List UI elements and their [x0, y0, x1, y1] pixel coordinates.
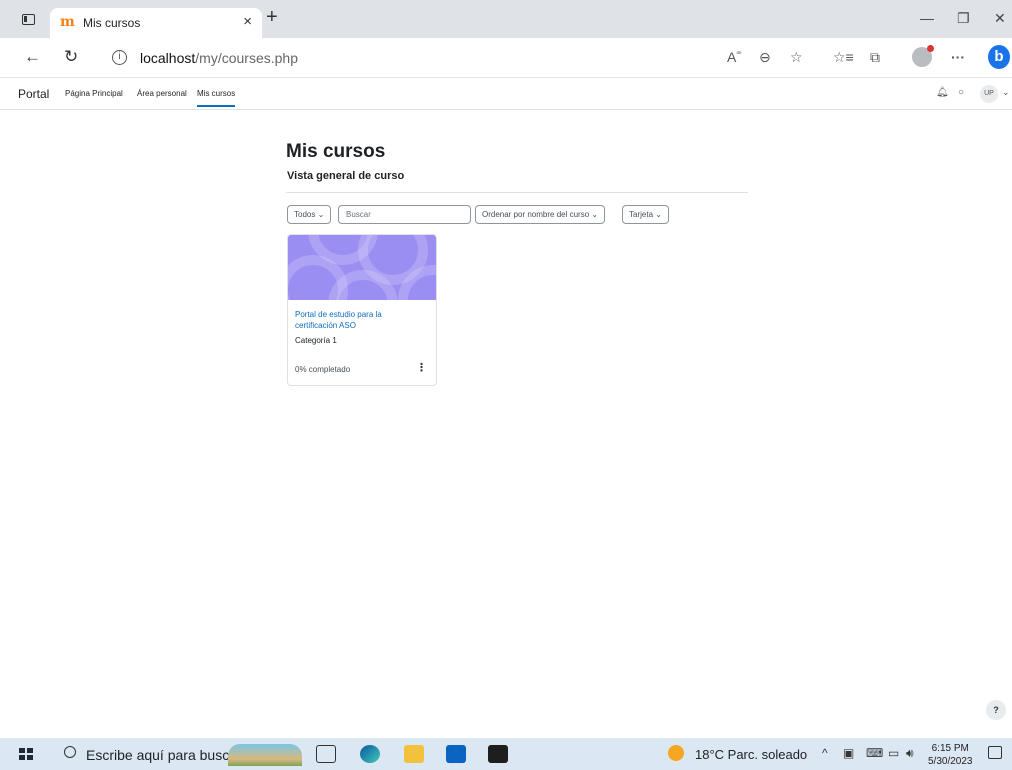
- new-tab-button[interactable]: +: [266, 6, 278, 28]
- favorite-icon[interactable]: ☆: [790, 49, 803, 66]
- close-tab-icon[interactable]: ×: [243, 13, 252, 30]
- weather-text[interactable]: 18°C Parc. soleado: [695, 747, 807, 762]
- meet-now-icon[interactable]: ▣: [843, 746, 854, 760]
- back-icon[interactable]: ←: [24, 47, 41, 67]
- browser-tab[interactable]: m Mis cursos ×: [50, 8, 262, 38]
- course-name-link[interactable]: Portal de estudio para la certificación …: [295, 309, 415, 331]
- course-progress: 0% completado: [295, 365, 351, 374]
- keyboard-icon[interactable]: ⌨: [866, 746, 883, 760]
- notification-bell-icon[interactable]: 🔔︎: [936, 87, 949, 98]
- volume-icon[interactable]: 🔊︎: [906, 746, 914, 761]
- course-actions-icon[interactable]: ⋮: [416, 361, 427, 374]
- browser-tab-bar: m Mis cursos × + — ❐ ✕: [0, 0, 1012, 38]
- grouping-dropdown[interactable]: Todos ⌄: [287, 205, 332, 224]
- show-hidden-icons-icon[interactable]: ^: [822, 746, 828, 760]
- course-card: Portal de estudio para la certificación …: [287, 234, 437, 386]
- clock-time: 6:15 PM: [931, 743, 969, 754]
- divider: [286, 192, 748, 193]
- task-view-icon[interactable]: [316, 745, 336, 763]
- restore-icon[interactable]: ❐: [957, 10, 970, 27]
- tab-actions-icon[interactable]: [22, 14, 35, 25]
- address-bar-row: ← ↻ i localhost/my/courses.php Aꟹ ⊖ ☆ ☆≡…: [0, 38, 1012, 78]
- windows-start-icon[interactable]: [19, 748, 33, 760]
- profile-icon[interactable]: [912, 45, 934, 67]
- close-icon[interactable]: ✕: [994, 10, 1006, 27]
- nav-link-dashboard[interactable]: Área personal: [137, 89, 187, 98]
- search-input[interactable]: Buscar: [338, 205, 471, 224]
- minimize-icon[interactable]: —: [920, 10, 934, 26]
- block-title: Vista general de curso: [287, 170, 405, 182]
- search-highlight-image[interactable]: [228, 744, 302, 766]
- read-aloud-icon[interactable]: Aꟹ: [727, 49, 742, 65]
- taskbar-search-input[interactable]: Escribe aquí para buscar: [86, 747, 242, 763]
- site-info-icon[interactable]: i: [112, 50, 127, 65]
- clock[interactable]: 6:15 PM 5/30/2023: [928, 742, 973, 768]
- course-image[interactable]: [288, 235, 436, 300]
- windows-taskbar: Escribe aquí para buscar 18°C Parc. sole…: [0, 738, 1012, 770]
- bing-icon[interactable]: b: [988, 45, 1010, 69]
- avatar[interactable]: UP: [980, 85, 998, 103]
- nav-link-home[interactable]: Página Principal: [65, 89, 123, 98]
- page-title: Mis cursos: [286, 141, 386, 162]
- nav-link-my-courses[interactable]: Mis cursos: [197, 89, 236, 107]
- more-icon[interactable]: ···: [951, 49, 965, 65]
- mail-icon[interactable]: [446, 745, 466, 763]
- favorites-icon[interactable]: ☆≡: [833, 49, 854, 66]
- edge-icon[interactable]: [360, 745, 380, 763]
- notifications-icon[interactable]: [988, 746, 1002, 759]
- course-category: Categoría 1: [295, 336, 337, 345]
- search-icon: [64, 746, 76, 758]
- collections-icon[interactable]: ⧉: [870, 49, 880, 66]
- site-navbar: Portal Página Principal Área personal Mi…: [0, 78, 1012, 110]
- file-explorer-icon[interactable]: [404, 745, 424, 763]
- view-dropdown[interactable]: Tarjeta ⌄: [622, 205, 669, 224]
- help-button[interactable]: ?: [986, 700, 1006, 720]
- chat-icon[interactable]: ○: [958, 87, 964, 98]
- clock-date: 5/30/2023: [928, 756, 973, 767]
- user-menu-caret-icon[interactable]: ⌄: [1002, 87, 1010, 98]
- site-brand[interactable]: Portal: [18, 87, 49, 101]
- terminal-icon[interactable]: [488, 745, 508, 763]
- tab-title: Mis cursos: [83, 16, 141, 30]
- sort-dropdown[interactable]: Ordenar por nombre del curso ⌄: [475, 205, 606, 224]
- refresh-icon[interactable]: ↻: [64, 47, 78, 67]
- moodle-icon: m: [60, 14, 75, 30]
- network-icon[interactable]: ▭: [888, 746, 899, 760]
- url-text: localhost/my/courses.php: [140, 50, 298, 66]
- zoom-icon[interactable]: ⊖: [759, 49, 771, 66]
- weather-icon[interactable]: [668, 745, 684, 761]
